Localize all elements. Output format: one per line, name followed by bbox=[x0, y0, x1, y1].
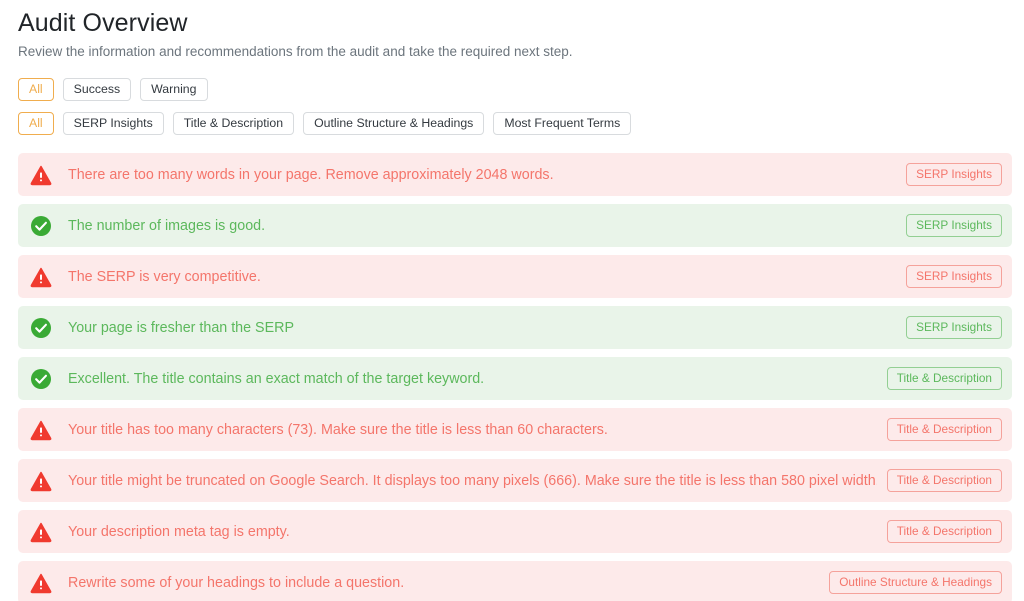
alert-row: The number of images is good. SERP Insigh… bbox=[18, 204, 1012, 247]
category-filter-most-frequent-terms[interactable]: Most Frequent Terms bbox=[493, 112, 632, 135]
warning-triangle-icon bbox=[30, 164, 52, 186]
alert-row: Your title might be truncated on Google … bbox=[18, 459, 1012, 502]
warning-triangle-icon bbox=[30, 419, 52, 441]
category-filter-title-description[interactable]: Title & Description bbox=[172, 112, 295, 135]
warning-triangle-icon bbox=[30, 266, 52, 288]
alert-category-badge[interactable]: Title & Description bbox=[886, 367, 1002, 390]
alert-category-badge[interactable]: SERP Insights bbox=[906, 265, 1002, 288]
alert-message: Your description meta tag is empty. bbox=[68, 523, 290, 540]
category-filter-all[interactable]: All bbox=[18, 112, 54, 135]
alert-message: Your title has too many characters (73).… bbox=[68, 421, 608, 438]
alert-message: The SERP is very competitive. bbox=[68, 268, 261, 285]
page-subtitle: Review the information and recommendatio… bbox=[18, 44, 573, 59]
alert-row: The SERP is very competitive. SERP Insigh… bbox=[18, 255, 1012, 298]
alert-message: Rewrite some of your headings to include… bbox=[68, 574, 405, 591]
alert-row: Rewrite some of your headings to include… bbox=[18, 561, 1012, 601]
check-circle-icon bbox=[30, 215, 52, 237]
alert-message: The number of images is good. bbox=[68, 217, 266, 234]
warning-triangle-icon bbox=[30, 572, 52, 594]
alert-category-badge[interactable]: Outline Structure & Headings bbox=[829, 571, 1002, 594]
check-circle-icon bbox=[30, 317, 52, 339]
status-filter-all[interactable]: All bbox=[18, 78, 54, 101]
warning-triangle-icon bbox=[30, 521, 52, 543]
alert-message: Your title might be truncated on Google … bbox=[68, 472, 877, 489]
alert-row: Excellent. The title contains an exact m… bbox=[18, 357, 1012, 400]
alert-row: Your description meta tag is empty. Title… bbox=[18, 510, 1012, 553]
audit-overview-page: Audit Overview Review the information an… bbox=[0, 0, 1024, 601]
alert-row: There are too many words in your page. R… bbox=[18, 153, 1012, 196]
status-filter-warning[interactable]: Warning bbox=[140, 78, 208, 101]
alert-category-badge[interactable]: Title & Description bbox=[886, 469, 1002, 492]
category-filter-serp-insights[interactable]: SERP Insights bbox=[62, 112, 164, 135]
page-header: Audit Overview Review the information an… bbox=[0, 0, 1024, 62]
category-filter-outline-structure-headings[interactable]: Outline Structure & Headings bbox=[303, 112, 485, 135]
alert-category-badge[interactable]: SERP Insights bbox=[906, 214, 1002, 237]
alert-row: Your page is fresher than the SERP SERP I… bbox=[18, 306, 1012, 349]
alert-category-badge[interactable]: Title & Description bbox=[886, 418, 1002, 441]
alert-message: Your page is fresher than the SERP bbox=[68, 319, 294, 336]
alert-category-badge[interactable]: SERP Insights bbox=[906, 163, 1002, 186]
audit-alert-list: There are too many words in your page. R… bbox=[0, 153, 1024, 601]
alert-row: Your title has too many characters (73).… bbox=[18, 408, 1012, 451]
warning-triangle-icon bbox=[30, 470, 52, 492]
alert-message: There are too many words in your page. R… bbox=[68, 166, 554, 183]
status-filter-success[interactable]: Success bbox=[62, 78, 132, 101]
alert-message: Excellent. The title contains an exact m… bbox=[68, 370, 485, 387]
status-filter-group: All Success Warning bbox=[0, 78, 1024, 101]
alert-category-badge[interactable]: Title & Description bbox=[886, 520, 1002, 543]
category-filter-group: All SERP Insights Title & Description Outli… bbox=[0, 112, 1024, 135]
page-title: Audit Overview bbox=[18, 9, 188, 37]
check-circle-icon bbox=[30, 368, 52, 390]
alert-category-badge[interactable]: SERP Insights bbox=[906, 316, 1002, 339]
